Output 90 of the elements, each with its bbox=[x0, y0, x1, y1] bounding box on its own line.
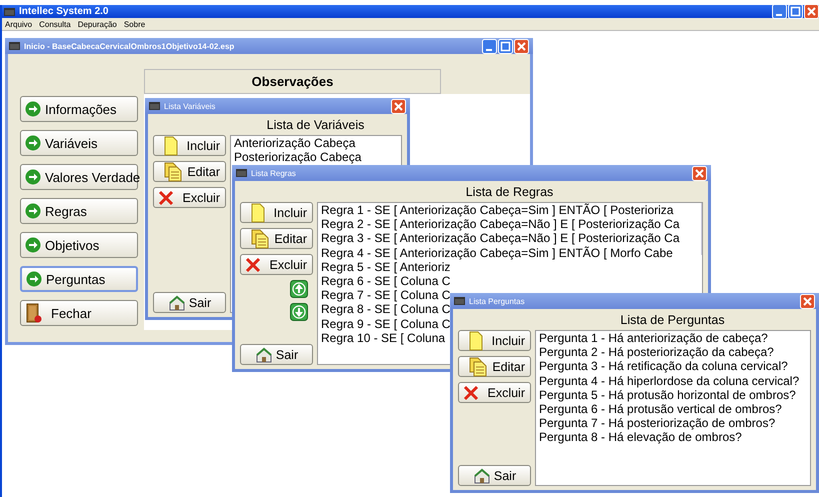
menu-item[interactable]: Sobre bbox=[124, 20, 146, 28]
edit-button[interactable]: Editar bbox=[458, 356, 531, 377]
window-icon bbox=[149, 102, 160, 110]
exit-button[interactable]: Sair bbox=[240, 344, 313, 365]
list-item[interactable]: Anteriorização Cabeça bbox=[234, 136, 356, 150]
arrow-circle-icon bbox=[25, 101, 41, 117]
delete-button[interactable]: Excluir bbox=[240, 254, 313, 275]
maximize-button[interactable] bbox=[788, 4, 803, 19]
window-icon bbox=[9, 42, 20, 50]
scrollbar[interactable] bbox=[701, 203, 702, 255]
edit-button[interactable]: Editar bbox=[153, 161, 226, 182]
window-icon bbox=[236, 169, 247, 177]
add-button[interactable]: Incluir bbox=[153, 135, 226, 156]
arrow-circle-icon bbox=[25, 237, 41, 253]
window-icon bbox=[454, 297, 465, 305]
maximize-button[interactable] bbox=[498, 38, 513, 54]
app-title: Intellec System 2.0 bbox=[19, 6, 110, 17]
window-icon bbox=[4, 8, 15, 16]
close-button[interactable] bbox=[804, 4, 819, 19]
x-mark-icon bbox=[463, 384, 479, 400]
close-button[interactable] bbox=[692, 166, 707, 180]
close-button[interactable] bbox=[514, 38, 529, 54]
delete-button[interactable]: Excluir bbox=[458, 382, 531, 403]
list-heading: Lista de Perguntas bbox=[619, 312, 726, 329]
list-item[interactable]: Pergunta 2 - Há posteriorização da cabeça? bbox=[539, 345, 774, 360]
list-item[interactable]: Regra 4 - SE [ Anteriorização Cabeça=Sim ] ENTÃO [ Morfo Cabe bbox=[321, 246, 673, 260]
down-arrow-icon bbox=[290, 303, 308, 321]
list-item[interactable]: Pergunta 6 - Há protusão vertical de ombros? bbox=[539, 402, 782, 416]
list-item[interactable]: Regra 9 - SE [ Coluna C bbox=[321, 316, 450, 331]
list-item[interactable]: Regra 10 - SE [ Coluna bbox=[321, 330, 446, 346]
house-icon bbox=[472, 468, 491, 484]
nav-button[interactable]: Informações bbox=[20, 96, 138, 122]
pages-icon bbox=[469, 356, 487, 376]
pages-icon bbox=[251, 228, 269, 248]
add-button[interactable]: Incluir bbox=[458, 330, 531, 351]
nav-button[interactable]: Valores Verdade bbox=[20, 164, 138, 190]
page-icon bbox=[164, 136, 178, 156]
list-item[interactable]: Regra 1 - SE [ Anteriorização Cabeça=Sim ] ENTÃO [ Posterioriza bbox=[321, 203, 674, 218]
list-heading: Lista de Variáveis bbox=[266, 117, 366, 134]
close-button[interactable] bbox=[800, 294, 815, 308]
edit-button[interactable]: Editar bbox=[240, 228, 313, 249]
move-up-button[interactable] bbox=[290, 280, 308, 298]
close-button[interactable] bbox=[391, 98, 406, 114]
nav-button[interactable]: Variáveis bbox=[20, 130, 138, 156]
up-arrow-icon bbox=[290, 280, 308, 298]
dialog-title: Lista Variáveis bbox=[164, 102, 216, 110]
page-icon bbox=[469, 330, 483, 350]
house-icon bbox=[168, 294, 186, 310]
house-icon bbox=[254, 346, 273, 362]
menu-item[interactable]: Arquivo bbox=[5, 20, 32, 28]
list-item[interactable]: Regra 2 - SE [ Anteriorização Cabeça=Não ] E [ Posteriorização Ca bbox=[321, 217, 680, 232]
nav-button[interactable]: Regras bbox=[20, 198, 138, 224]
list-heading: Lista de Regras bbox=[464, 184, 554, 201]
add-button[interactable]: Incluir bbox=[240, 202, 313, 223]
list-item[interactable]: Pergunta 7 - Há posteriorização de ombros? bbox=[539, 416, 776, 430]
list-item[interactable]: Posteriorização Cabeça bbox=[234, 150, 362, 164]
list-item[interactable]: Regra 5 - SE [ Anterioriz bbox=[321, 260, 450, 274]
arrow-circle-icon bbox=[25, 135, 41, 151]
exit-button[interactable]: Sair bbox=[458, 465, 531, 486]
x-mark-icon bbox=[158, 190, 174, 206]
exit-button[interactable]: Sair bbox=[153, 292, 226, 313]
list-item[interactable]: Pergunta 1 - Há anteriorização de cabeça? bbox=[539, 331, 768, 346]
window-title: Inicio - BaseCabecaCervicalOmbros1Objetivo14-02.esp bbox=[24, 42, 236, 50]
delete-button[interactable]: Excluir bbox=[153, 187, 226, 208]
menu-item[interactable]: Depuração bbox=[78, 20, 117, 28]
list-item[interactable]: Regra 7 - SE [ Coluna C bbox=[321, 288, 450, 302]
dialog-title: Lista Perguntas bbox=[469, 296, 526, 306]
dialog-title: Lista Regras bbox=[251, 168, 297, 178]
arrow-circle-icon bbox=[25, 169, 41, 185]
minimize-button[interactable] bbox=[772, 4, 787, 19]
minimize-button[interactable] bbox=[482, 38, 497, 54]
nav-button[interactable]: Fechar bbox=[20, 300, 138, 326]
pages-icon bbox=[164, 162, 182, 182]
list-item[interactable]: Regra 6 - SE [ Coluna C bbox=[321, 274, 450, 288]
menu-item[interactable]: Consulta bbox=[39, 20, 71, 28]
list-item[interactable]: Pergunta 8 - Há elevação de ombros? bbox=[539, 430, 742, 445]
move-down-button[interactable] bbox=[290, 303, 308, 321]
list-item[interactable]: Pergunta 3 - Há retificação da coluna cervical? bbox=[539, 359, 788, 374]
list-item[interactable]: Regra 3 - SE [ Anteriorização Cabeça=Não ] E [ Posteriorização Ca bbox=[321, 231, 680, 246]
nav-button[interactable]: Objetivos bbox=[20, 232, 138, 258]
observations-header: Observações bbox=[144, 69, 441, 94]
nav-button[interactable]: Perguntas bbox=[20, 266, 138, 292]
arrow-circle-icon bbox=[26, 271, 42, 287]
list-item[interactable]: Regra 8 - SE [ Coluna C bbox=[321, 302, 450, 317]
door-icon bbox=[25, 303, 43, 323]
arrow-circle-icon bbox=[25, 203, 41, 219]
page-icon bbox=[251, 202, 265, 222]
list-item[interactable]: Pergunta 5 - Há protusão horizontal de ombros? bbox=[539, 388, 796, 402]
list-item[interactable]: Pergunta 4 - Há hiperlordose da coluna cervical? bbox=[539, 374, 800, 388]
x-mark-icon bbox=[245, 256, 261, 272]
